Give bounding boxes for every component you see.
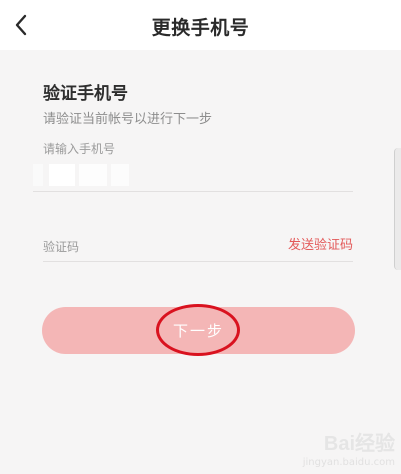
section-title: 验证手机号 bbox=[43, 84, 128, 104]
watermark-logo: Bai经验 bbox=[324, 427, 395, 456]
watermark: Bai经验 jingyan.baidu.com bbox=[303, 427, 395, 468]
watermark-brand: Bai经验 bbox=[323, 433, 395, 455]
phone-field[interactable] bbox=[33, 158, 353, 192]
page-title: 更换手机号 bbox=[151, 17, 250, 39]
send-code-button[interactable]: 发送验证码 bbox=[288, 234, 353, 253]
phone-label: 请输入手机号 bbox=[43, 142, 116, 156]
code-placeholder: 验证码 bbox=[43, 240, 80, 254]
masked-phone-segment bbox=[49, 164, 75, 186]
edge-handle[interactable] bbox=[394, 148, 401, 270]
next-step-button[interactable]: 下一步 bbox=[42, 307, 355, 354]
top-bar: 更换手机号 bbox=[0, 0, 401, 50]
masked-phone-segment bbox=[33, 164, 43, 186]
watermark-site: jingyan.baidu.com bbox=[302, 457, 395, 468]
section-subtitle: 请验证当前帐号以进行下一步 bbox=[43, 112, 213, 127]
verification-code-field[interactable]: 验证码 发送验证码 bbox=[43, 230, 353, 262]
masked-phone-segment bbox=[79, 164, 107, 186]
next-step-label: 下一步 bbox=[172, 322, 224, 340]
masked-phone-segment bbox=[111, 164, 129, 186]
screen: 更换手机号 验证手机号 请验证当前帐号以进行下一步 请输入手机号 验证码 发送验… bbox=[0, 0, 401, 474]
